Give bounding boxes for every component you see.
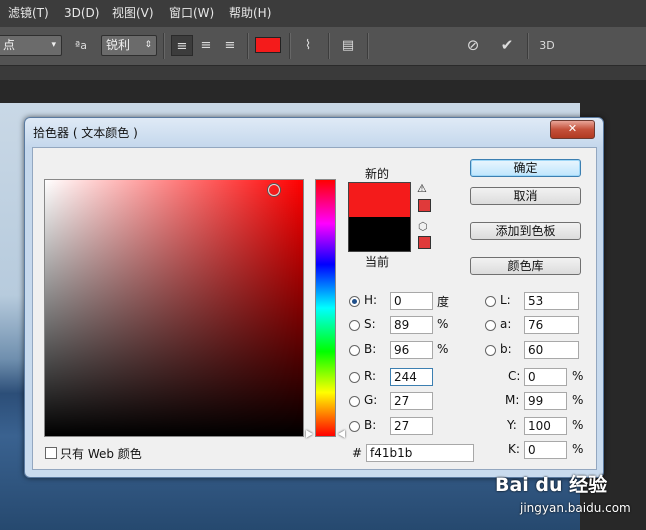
- 3d-button[interactable]: 3D: [535, 35, 559, 56]
- character-panel-icon[interactable]: ▤: [337, 35, 359, 56]
- green-label: G:: [364, 393, 378, 407]
- cyan-unit: %: [572, 369, 584, 383]
- add-to-swatches-button[interactable]: 添加到色板: [470, 222, 581, 240]
- lab-b-field[interactable]: 60: [524, 341, 579, 359]
- radio-lab-b[interactable]: [485, 345, 496, 356]
- lightness-field[interactable]: 53: [524, 292, 579, 310]
- anti-alias-icon: ªa: [75, 39, 87, 52]
- brightness-field[interactable]: 96: [390, 341, 433, 359]
- align-left-icon[interactable]: ≡: [171, 35, 193, 56]
- menu-help[interactable]: 帮助(H): [229, 0, 271, 27]
- document-tab-strip: [0, 66, 646, 80]
- brightness-label: B:: [364, 342, 377, 356]
- align-center-icon[interactable]: ≡: [195, 35, 217, 56]
- menu-3d[interactable]: 3D(D): [64, 0, 99, 27]
- menu-window[interactable]: 窗口(W): [169, 0, 214, 27]
- dialog-body: 新的 当前 ⚠ ⬡ 确定 取消 添加到色板 颜色库 H: 0 度 S: 89 %…: [32, 147, 597, 470]
- menu-filter[interactable]: 滤镜(T): [8, 0, 49, 27]
- color-compare-swatch: [348, 182, 411, 252]
- hue-arrow-left-icon[interactable]: [306, 430, 313, 438]
- watermark-url: jingyan.baidu.com: [520, 501, 631, 515]
- lab-a-label: a:: [500, 317, 512, 331]
- menu-bar: 滤镜(T) 3D(D) 视图(V) 窗口(W) 帮助(H): [0, 0, 646, 27]
- cancel-button[interactable]: 取消: [470, 187, 581, 205]
- cancel-icon[interactable]: ⊘: [462, 35, 484, 56]
- hex-field[interactable]: f41b1b: [366, 444, 474, 462]
- blue-field[interactable]: 27: [390, 417, 433, 435]
- warp-text-icon[interactable]: ⌇: [297, 35, 319, 56]
- chevron-updown-icon: ⇕: [144, 40, 152, 50]
- dialog-title: 拾色器 ( 文本颜色 ): [33, 126, 138, 140]
- web-safe-cube-icon[interactable]: ⬡: [418, 220, 428, 233]
- yellow-label: Y:: [507, 418, 517, 432]
- black-unit: %: [572, 442, 584, 456]
- green-field[interactable]: 27: [390, 392, 433, 410]
- anti-alias-dropdown[interactable]: 锐利 ⇕: [101, 35, 157, 56]
- chevron-down-icon: ▾: [51, 40, 56, 50]
- saturation-brightness-field[interactable]: [44, 179, 304, 437]
- radio-blue[interactable]: [349, 421, 360, 432]
- web-safe-swatch[interactable]: [418, 236, 431, 249]
- saturation-field[interactable]: 89: [390, 316, 433, 334]
- radio-green[interactable]: [349, 396, 360, 407]
- magenta-label: M:: [505, 393, 520, 407]
- new-color-swatch: [349, 183, 410, 217]
- black-label: K:: [508, 442, 520, 456]
- radio-hue[interactable]: [349, 296, 360, 307]
- watermark-logo: Bai du 经验: [495, 474, 608, 496]
- yellow-field[interactable]: 100: [524, 417, 567, 435]
- radio-lightness[interactable]: [485, 296, 496, 307]
- anti-alias-value: 锐利: [106, 38, 131, 52]
- cyan-label: C:: [508, 369, 521, 383]
- align-right-icon[interactable]: ≡: [219, 35, 241, 56]
- menu-view[interactable]: 视图(V): [112, 0, 154, 27]
- color-picker-dialog: 拾色器 ( 文本颜色 ) ✕ 新的 当前 ⚠ ⬡ 确定 取消 添加到色板 颜色库…: [24, 117, 604, 478]
- lightness-label: L:: [500, 293, 511, 307]
- hue-label: H:: [364, 293, 378, 307]
- hex-label: #: [352, 446, 363, 460]
- radio-lab-a[interactable]: [485, 320, 496, 331]
- ok-button[interactable]: 确定: [470, 159, 581, 177]
- new-color-label: 新的: [365, 167, 390, 181]
- font-size-value: 点: [3, 38, 16, 52]
- red-field[interactable]: 244: [390, 368, 433, 386]
- commit-check-icon[interactable]: ✔: [496, 35, 518, 56]
- out-of-gamut-warning-icon[interactable]: ⚠: [417, 182, 427, 195]
- web-colors-only-checkbox[interactable]: [45, 447, 57, 459]
- hue-field[interactable]: 0: [390, 292, 433, 310]
- lab-a-field[interactable]: 76: [524, 316, 579, 334]
- radio-red[interactable]: [349, 372, 360, 383]
- radio-saturation[interactable]: [349, 320, 360, 331]
- red-label: R:: [364, 369, 377, 383]
- text-color-swatch[interactable]: [255, 37, 281, 53]
- magenta-unit: %: [572, 393, 584, 407]
- close-button[interactable]: ✕: [550, 120, 595, 139]
- current-color-label: 当前: [365, 255, 390, 269]
- cyan-field[interactable]: 0: [524, 368, 567, 386]
- current-color-swatch[interactable]: [349, 217, 410, 251]
- blue-label: B:: [364, 418, 377, 432]
- options-bar: 点 ▾ ªa 锐利 ⇕ ≡ ≡ ≡ ⌇ ▤ ⊘ ✔ 3D: [0, 27, 646, 66]
- hue-slider[interactable]: [315, 179, 336, 437]
- hue-arrow-right-icon[interactable]: [338, 430, 345, 438]
- gamut-swatch[interactable]: [418, 199, 431, 212]
- yellow-unit: %: [572, 418, 584, 432]
- lab-b-label: b:: [500, 342, 512, 356]
- color-libraries-button[interactable]: 颜色库: [470, 257, 581, 275]
- color-field-marker[interactable]: [268, 184, 280, 196]
- radio-brightness[interactable]: [349, 345, 360, 356]
- font-size-dropdown[interactable]: 点 ▾: [0, 35, 62, 56]
- web-colors-only-label: 只有 Web 颜色: [60, 447, 142, 461]
- brightness-unit: %: [437, 342, 449, 356]
- saturation-unit: %: [437, 317, 449, 331]
- black-field[interactable]: 0: [524, 441, 567, 459]
- saturation-label: S:: [364, 317, 376, 331]
- hue-unit: 度: [437, 295, 450, 309]
- magenta-field[interactable]: 99: [524, 392, 567, 410]
